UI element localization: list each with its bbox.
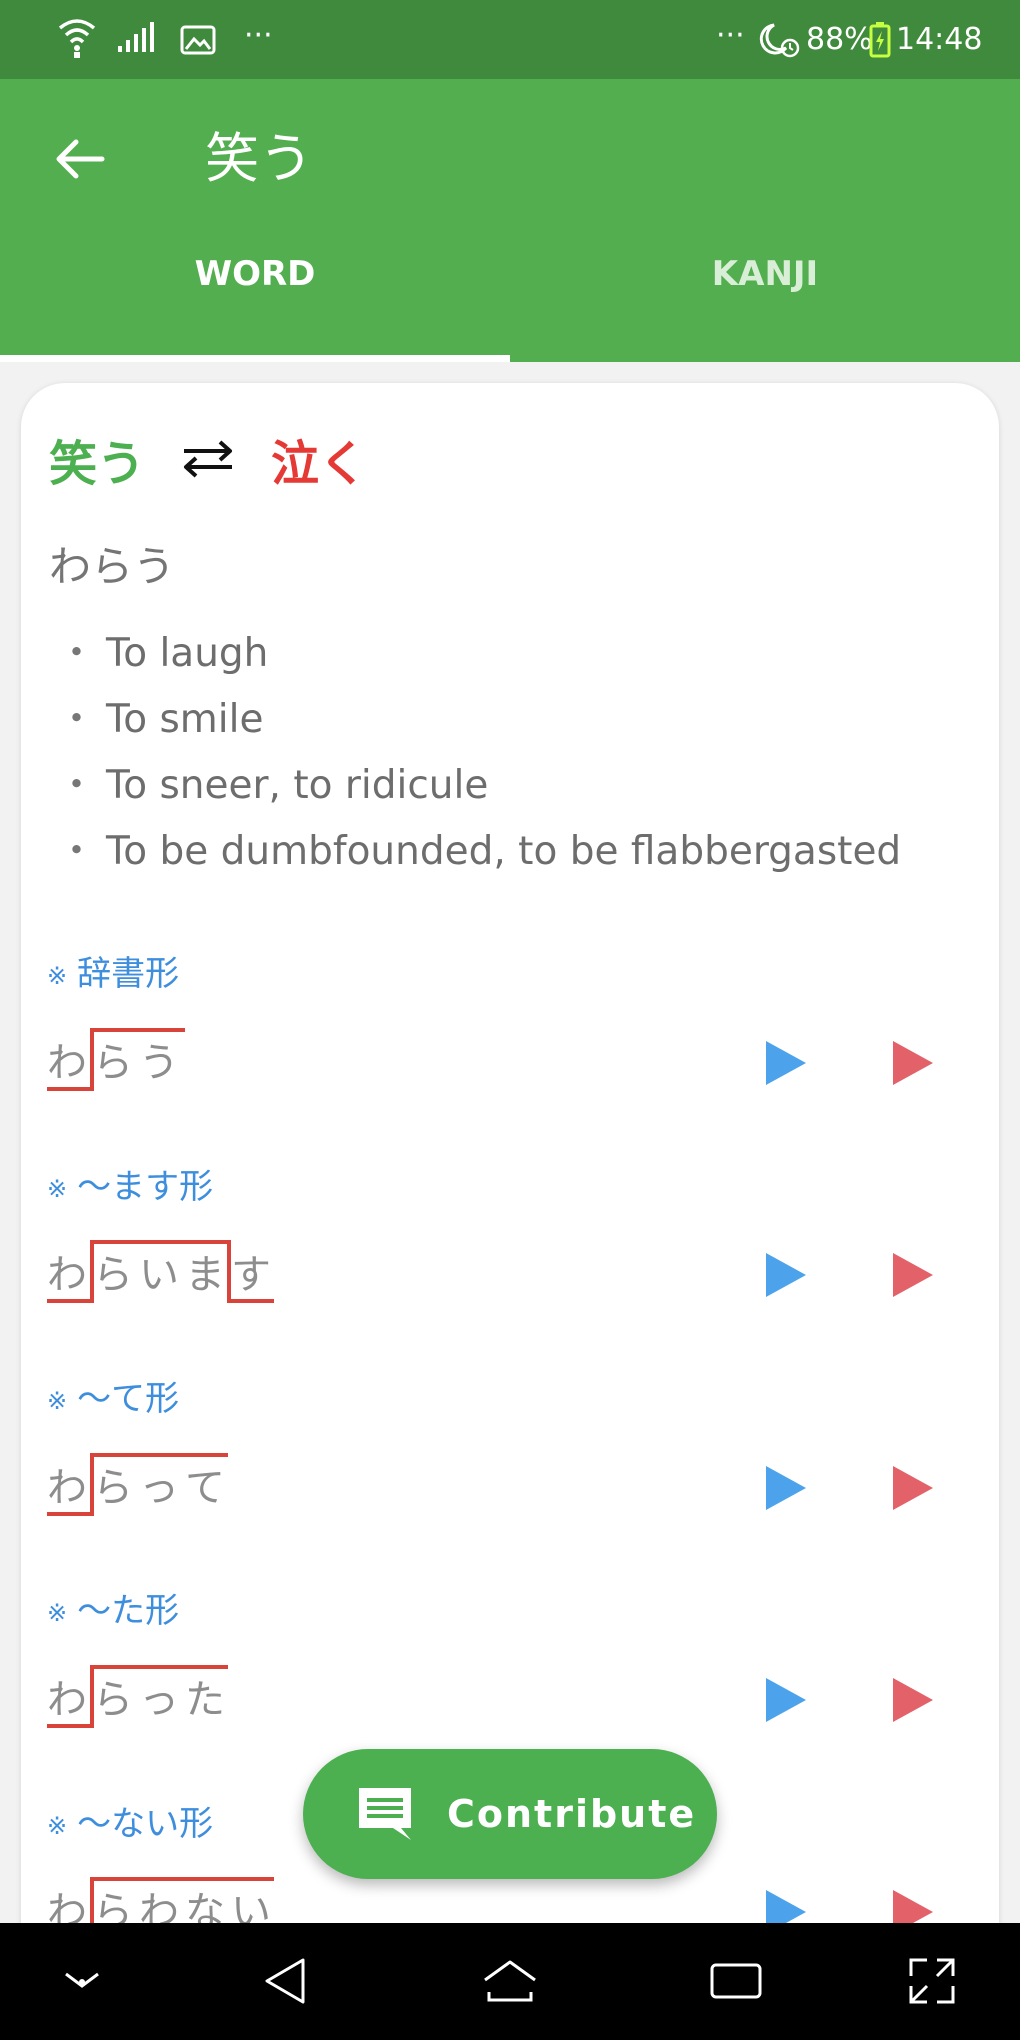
battery-charging-icon xyxy=(869,22,891,71)
pitch-accent-te: わ ら っ て xyxy=(47,1453,267,1523)
nav-expand-button[interactable] xyxy=(892,1941,972,2021)
tab-word[interactable]: WORD xyxy=(0,249,510,299)
play-audio-blue-button[interactable] xyxy=(766,1253,806,1297)
swap-arrows-icon xyxy=(179,437,237,481)
contribute-label: Contribute xyxy=(447,1792,697,1836)
form-label-nai: ※ 〜ない形 xyxy=(47,1804,214,1844)
expand-arrows-icon xyxy=(909,1958,955,2004)
form-label-te: ※ 〜て形 xyxy=(47,1379,180,1419)
app-bar: 笑う WORD KANJI xyxy=(0,79,1020,362)
nav-collapse-button[interactable] xyxy=(42,1941,122,2021)
play-audio-blue-button[interactable] xyxy=(766,1466,806,1510)
form-label-dictionary: ※ 辞書形 xyxy=(47,954,180,994)
meaning-item: ・ To laugh xyxy=(57,631,269,676)
play-audio-blue-button[interactable] xyxy=(766,1678,806,1722)
play-audio-red-button[interactable] xyxy=(893,1466,933,1510)
clock: 14:48 xyxy=(896,22,983,57)
image-icon xyxy=(180,24,216,68)
play-audio-red-button[interactable] xyxy=(893,1678,933,1722)
recents-icon xyxy=(710,1963,762,1999)
word-pair: 笑う 泣く xyxy=(49,429,367,492)
contribute-button[interactable]: Contribute xyxy=(303,1749,717,1879)
signal-icon xyxy=(118,22,156,67)
meanings-list: ・ To laugh ・ To smile ・ To sneer, to ridicu… xyxy=(57,621,901,885)
wifi-icon xyxy=(58,16,96,73)
meaning-item: ・ To smile xyxy=(57,697,264,742)
nav-recents-button[interactable] xyxy=(696,1941,776,2021)
chevron-down-icon xyxy=(65,1972,99,1988)
pitch-accent-dictionary: わ ら う xyxy=(47,1028,247,1098)
form-label-ta: ※ 〜た形 xyxy=(47,1591,180,1631)
arrow-back-icon xyxy=(56,139,105,179)
word-title: 笑う xyxy=(49,436,146,492)
more-status-icon: ··· xyxy=(716,18,745,53)
tab-kanji[interactable]: KANJI xyxy=(510,249,1020,299)
status-bar: ··· ··· 88% 14:48 xyxy=(0,0,1020,79)
triangle-back-icon xyxy=(265,1958,305,2004)
do-not-disturb-icon xyxy=(756,22,802,71)
pitch-accent-ta: わ ら っ た xyxy=(47,1665,267,1735)
tab-indicator xyxy=(0,355,510,362)
comment-icon xyxy=(359,1788,411,1840)
system-nav-bar xyxy=(0,1923,1020,2040)
more-notifications-icon: ··· xyxy=(244,18,273,53)
word-reading: わらう xyxy=(49,542,176,591)
play-audio-red-button[interactable] xyxy=(893,1253,933,1297)
home-icon xyxy=(484,1960,536,2002)
nav-home-button[interactable] xyxy=(470,1941,550,2021)
play-audio-blue-button[interactable] xyxy=(766,1041,806,1085)
page-title: 笑う xyxy=(205,127,313,190)
battery-level: 88% xyxy=(806,22,873,57)
nav-back-button[interactable] xyxy=(246,1941,326,2021)
meaning-item: ・ To sneer, to ridicule xyxy=(57,763,489,808)
form-label-masu: ※ 〜ます形 xyxy=(47,1167,214,1207)
antonym-word[interactable]: 泣く xyxy=(271,424,367,494)
meaning-item: ・ To be dumbfounded, to be flabbergasted xyxy=(57,829,902,874)
play-audio-red-button[interactable] xyxy=(893,1041,933,1085)
back-button[interactable] xyxy=(40,119,120,199)
pitch-accent-masu: わ ら い ま す xyxy=(47,1240,287,1310)
